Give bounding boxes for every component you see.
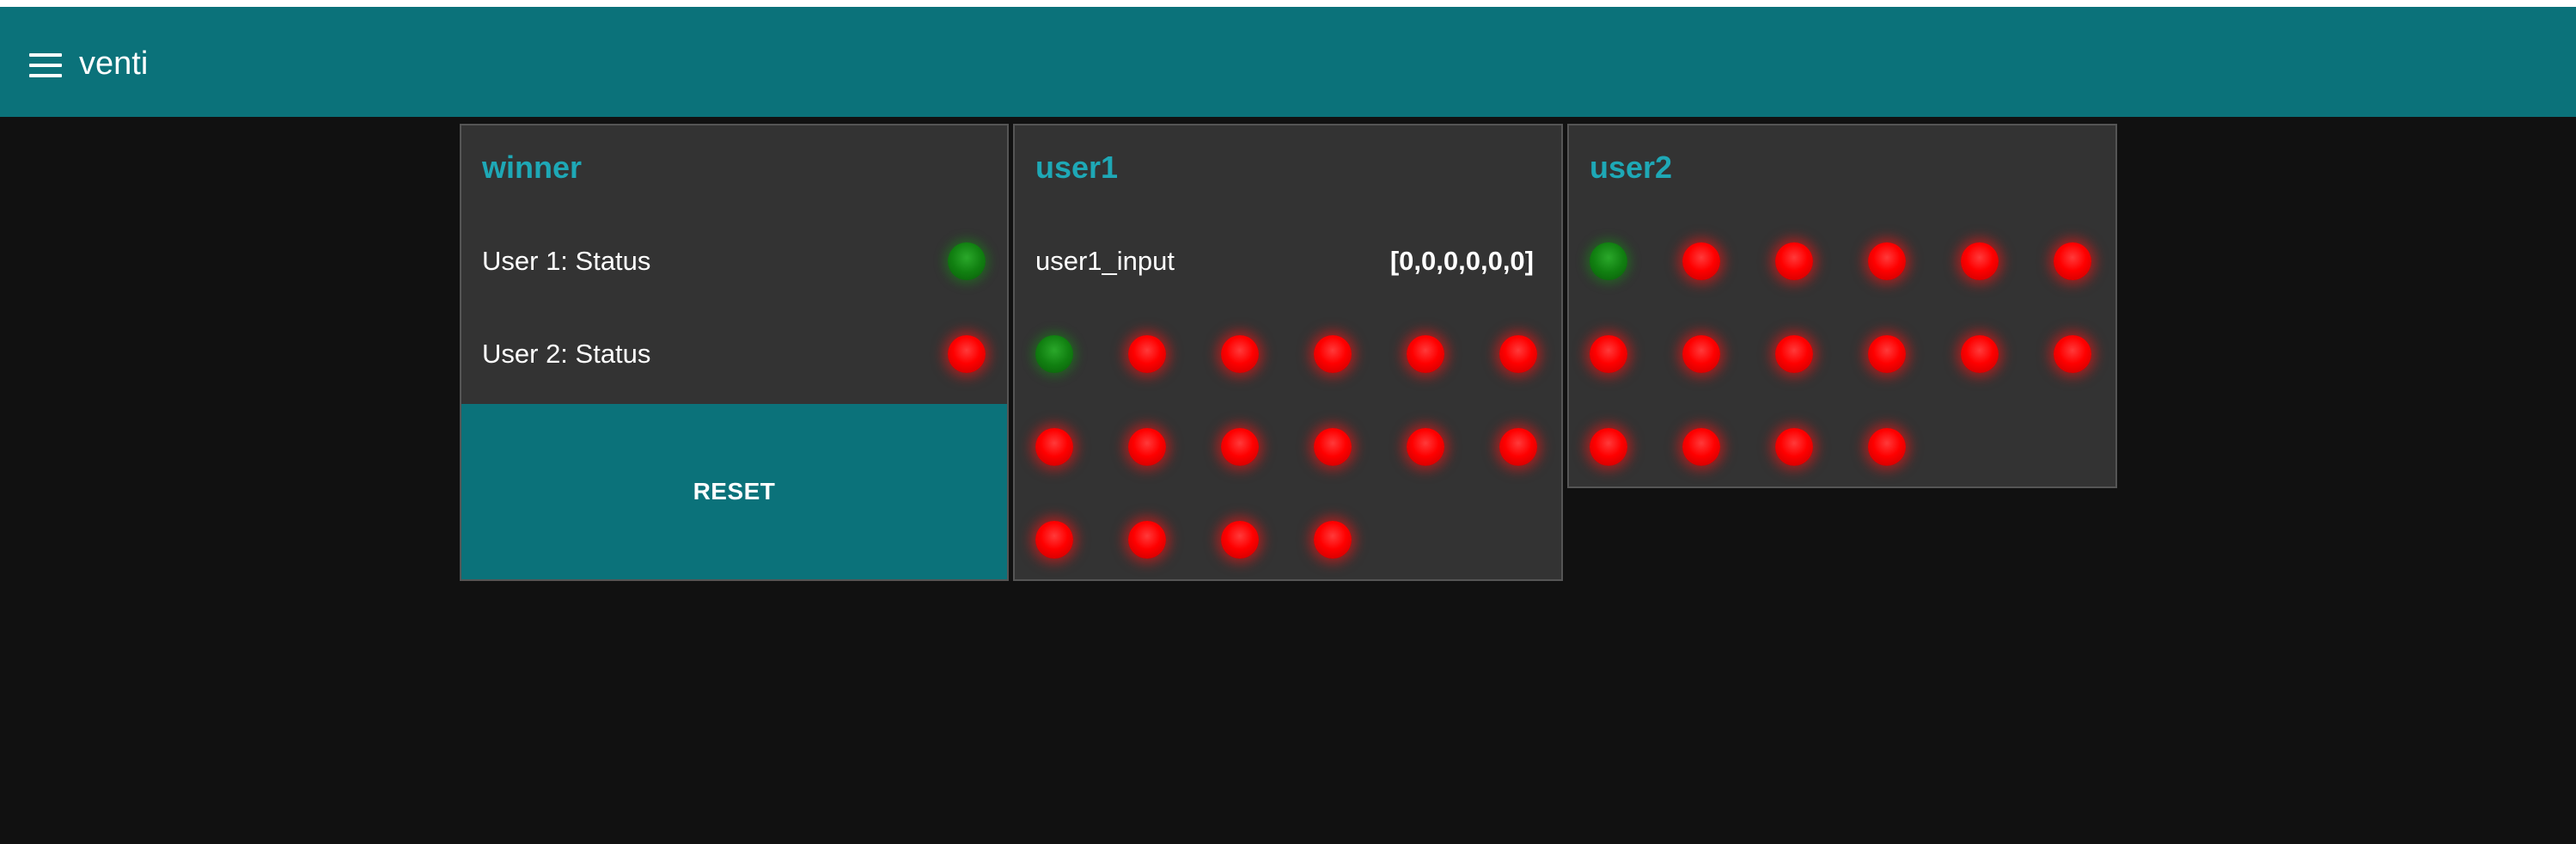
user2-led-11	[1961, 335, 1999, 373]
user2-led-9	[1775, 335, 1813, 373]
user1-led-5	[1407, 335, 1444, 373]
user2-status-label: User 2: Status	[482, 339, 651, 369]
card-title: winner	[482, 150, 583, 185]
user2-led-12	[2054, 335, 2091, 373]
user2-led-10	[1868, 335, 1906, 373]
user1-led-16	[1314, 521, 1352, 559]
user1-led-13	[1035, 521, 1073, 559]
user1-card: user1 user1_input [0,0,0,0,0,0]	[1013, 124, 1563, 581]
user1-led-7	[1035, 428, 1073, 466]
user2-led-16	[1868, 428, 1906, 466]
user1-status-led	[948, 242, 986, 280]
card-title: user1	[1035, 150, 1119, 185]
hamburger-menu-icon[interactable]	[29, 53, 62, 77]
user1-led-8	[1128, 428, 1166, 466]
user2-led-14	[1682, 428, 1720, 466]
user2-led-8	[1682, 335, 1720, 373]
user1-led-1	[1035, 335, 1073, 373]
user2-led-7	[1590, 335, 1627, 373]
user1-led-3	[1221, 335, 1259, 373]
user1-led-6	[1499, 335, 1537, 373]
window-top-edge	[0, 0, 2576, 7]
user2-led-2	[1682, 242, 1720, 280]
app-header: venti	[0, 7, 2576, 117]
user1-led-14	[1128, 521, 1166, 559]
user2-led-4	[1868, 242, 1906, 280]
user1-led-11	[1407, 428, 1444, 466]
user1-input-label: user1_input	[1035, 246, 1175, 276]
user2-led-6	[2054, 242, 2091, 280]
user1-status-label: User 1: Status	[482, 246, 651, 276]
reset-button[interactable]: RESET	[461, 404, 1007, 579]
user2-led-5	[1961, 242, 1999, 280]
user1-led-15	[1221, 521, 1259, 559]
user2-status-led	[948, 335, 986, 373]
user2-led-1	[1590, 242, 1627, 280]
user1-led-12	[1499, 428, 1537, 466]
user2-led-15	[1775, 428, 1813, 466]
winner-card: winner User 1: Status User 2: Status RES…	[460, 124, 1009, 581]
user1-input-value: [0,0,0,0,0,0]	[1389, 246, 1534, 276]
user1-led-9	[1221, 428, 1259, 466]
user2-led-13	[1590, 428, 1627, 466]
user2-led-3	[1775, 242, 1813, 280]
app-title: venti	[79, 46, 149, 82]
card-title: user2	[1590, 150, 1673, 185]
user1-led-4	[1314, 335, 1352, 373]
user2-card: user2	[1567, 124, 2117, 488]
user1-led-10	[1314, 428, 1352, 466]
user1-led-2	[1128, 335, 1166, 373]
